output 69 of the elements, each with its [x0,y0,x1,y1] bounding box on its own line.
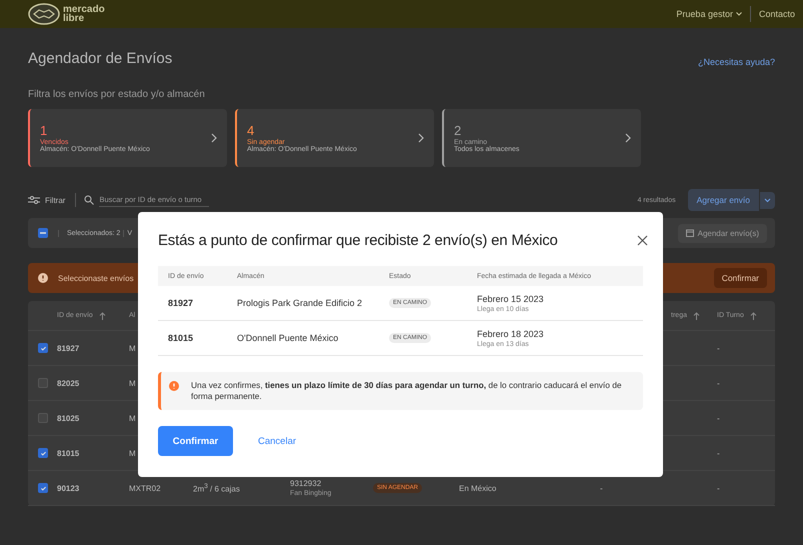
shipment-id: 81015 [57,448,80,458]
shipment-id: 82025 [57,378,80,388]
caret-icon [736,12,742,16]
row-checkbox[interactable] [38,448,48,458]
table-cell: M [129,378,136,388]
arrival-date: Febrero 18 2023 [477,328,544,338]
add-shipment-button[interactable]: Agregar envío [688,189,759,211]
row-checkbox[interactable] [38,343,48,353]
table-cell: - [600,484,603,492]
row-checkbox[interactable] [38,378,48,388]
check-icon [40,450,46,456]
warning-text: Una vez confirmes, tienes un plazo límite de 30 días para agendar un turno, de lo contrario caducará el envío de forma permanente. [191,380,623,402]
minus-icon [40,232,46,234]
user-menu[interactable]: Prueba gestor [676,9,742,19]
sort-arrow-icon[interactable] [693,312,700,320]
search-icon [84,195,94,205]
help-link[interactable]: ¿Necesitas ayuda? [698,57,775,67]
page-title: Agendador de Envíos [28,50,172,66]
shipment-id: 81927 [57,344,80,352]
shipment-id: 81015 [168,333,194,343]
filter-label: Filtra los envíos por estado y/o almacén [28,89,206,100]
status-count: 4 [247,123,254,138]
dialog-title: Estás a punto de confirmar que recibiste 2 envío(s) en México [158,232,558,249]
table-cell: 2m$^{3}$ / 6 cajas [193,482,240,494]
table-cell: En México [459,484,496,492]
table-cell: - [717,414,720,422]
warehouse-name: O'Donnell Puente México [237,333,338,343]
chevron-right-icon [418,133,424,143]
logo-text[interactable]: mercado libre [63,5,105,23]
banner-text: Seleccionaste envíos [58,274,134,282]
status-count: 2 [454,123,462,139]
shipment-id: 81927 [168,298,194,308]
calendar-icon [686,229,694,237]
dropdown-button[interactable] [759,192,775,208]
contact-link[interactable]: Contacto [758,9,795,19]
check-icon [40,344,46,352]
shipment-id: 81025 [57,414,80,422]
table-cell: M [129,344,136,352]
warehouse-name: Prologis Park Grande Edificio 2 [237,298,362,308]
check-icon [40,484,46,492]
warning-icon [38,273,48,283]
status-count: 1 [40,123,48,138]
table-cell: - [717,448,720,458]
handshake-logo-icon [28,3,60,25]
table-cell: M [129,448,136,458]
confirm-button[interactable]: Confirmar [158,426,233,456]
schedule-button[interactable]: Agendar envío(s) [678,224,767,242]
table-cell: M [129,414,136,422]
table-cell: - [717,344,720,352]
table-cell: - [717,484,720,492]
table-cell: MXTR02 [129,484,161,492]
confirm-button[interactable]: Confirmar [714,268,767,288]
caret-icon [764,198,771,202]
row-checkbox[interactable] [38,483,48,493]
filter-button[interactable]: Filtrar [28,195,66,205]
sort-arrow-icon[interactable] [98,312,106,320]
chevron-right-icon [625,133,631,143]
shipment-id: 90123 [57,484,80,492]
arrival-date: Febrero 15 2023 [477,294,544,304]
select-all-checkbox[interactable] [38,228,48,238]
sliders-icon [28,195,40,205]
order-number: 9312932 [290,479,322,488]
close-button[interactable] [637,235,648,246]
table-cell: - [717,378,720,388]
chevron-right-icon [211,133,217,143]
warning-icon [169,381,179,391]
row-checkbox[interactable] [38,413,48,423]
cancel-button[interactable]: Cancelar [258,436,296,446]
sort-arrow-icon[interactable] [750,312,757,320]
